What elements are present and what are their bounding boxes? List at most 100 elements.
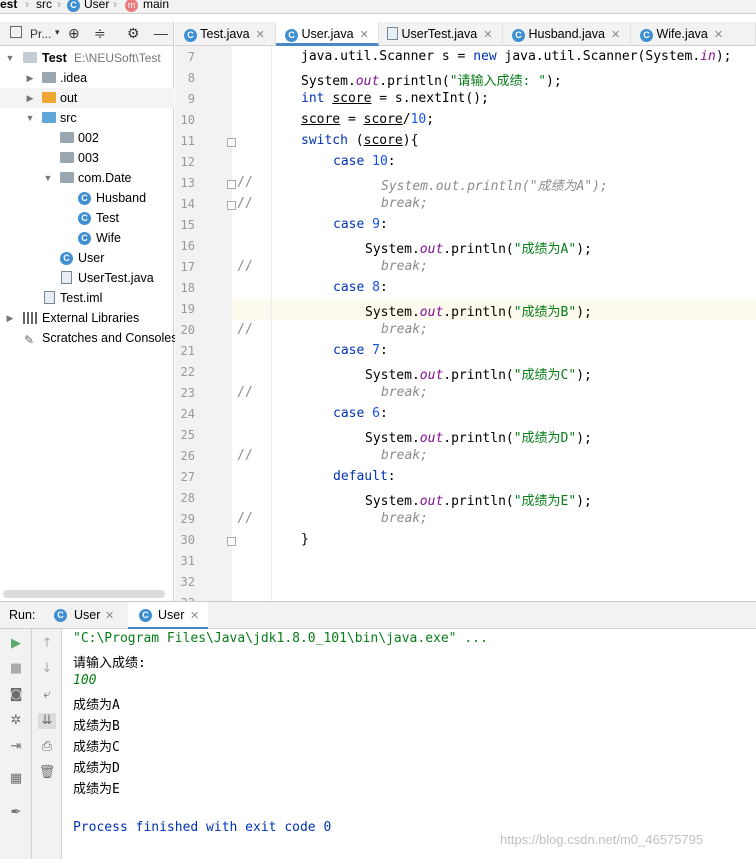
breadcrumb-src[interactable]: src <box>36 0 52 11</box>
chevron-right-icon: › <box>113 0 117 11</box>
tree-item-label: Husband <box>96 191 147 205</box>
tab-test-java[interactable]: C Test.java ✕ <box>175 22 276 46</box>
class-icon: C <box>78 232 91 245</box>
code-line-13: System.out.println("成绩为A"); <box>381 179 608 194</box>
tree-item-test-project[interactable]: ▼ Test E:\NEUSoft\Test <box>0 48 174 68</box>
close-icon[interactable]: ✕ <box>190 609 199 622</box>
tree-item-test-iml[interactable]: Test.iml <box>0 288 174 308</box>
close-icon[interactable]: ✕ <box>611 29 620 41</box>
line-number: 20 <box>180 323 195 337</box>
line-number: 11 <box>180 134 195 148</box>
run-tab-user-1[interactable]: User <box>74 608 100 622</box>
gear-icon[interactable]: ⚙ <box>127 25 140 42</box>
layout-icon[interactable]: ▦ <box>7 771 25 787</box>
tree-item-003[interactable]: 003 <box>0 148 174 168</box>
locate-icon[interactable]: ⊕ <box>68 25 80 42</box>
fold-marker-icon[interactable] <box>227 537 236 546</box>
soft-wrap-icon[interactable]: ⤶ <box>38 687 56 703</box>
close-icon[interactable]: ✕ <box>360 29 369 41</box>
line-number: 31 <box>180 554 195 568</box>
pin-icon[interactable]: ✒ <box>7 805 25 821</box>
run-tab-user-2[interactable]: User <box>158 608 184 622</box>
run-label: Run: <box>9 608 36 622</box>
tab-label: User.java <box>301 27 354 41</box>
line-number: 21 <box>180 344 195 358</box>
run-icon[interactable]: ▶ <box>7 636 25 652</box>
tree-item-com-date[interactable]: ▼ com.Date <box>0 168 174 188</box>
settings-icon[interactable]: ✲ <box>7 713 25 729</box>
code-editor[interactable] <box>232 46 756 601</box>
class-icon: C <box>184 29 197 42</box>
line-number: 15 <box>180 218 195 232</box>
code-line-17: break; <box>381 259 428 274</box>
run-toolbar-right: ↑ ↓ ⤶ ⇊ ⎙ 🗑 <box>32 629 62 859</box>
breadcrumb: est › src › C User › m main <box>0 0 756 14</box>
tree-item-label: src <box>60 111 77 125</box>
tree-item-scratches[interactable]: ✎ Scratches and Consoles <box>0 328 178 348</box>
chevron-right-icon[interactable]: ▶ <box>5 308 15 328</box>
tree-item-idea[interactable]: ▶ .idea <box>0 68 174 88</box>
stop-icon[interactable]: ■ <box>7 661 25 677</box>
tree-item-usertest[interactable]: UserTest.java <box>0 268 174 288</box>
trash-icon[interactable]: 🗑 <box>38 765 56 781</box>
tab-wife-java[interactable]: C Wife.java ✕ <box>631 22 756 46</box>
tab-user-java[interactable]: C User.java ✕ <box>276 22 379 46</box>
tree-item-wife[interactable]: C Wife <box>0 228 174 248</box>
folder-icon <box>42 92 56 103</box>
class-icon: C <box>60 252 73 265</box>
code-line-18: case 8: <box>333 280 388 295</box>
chevron-down-icon[interactable]: ▼ <box>5 48 15 68</box>
close-icon[interactable]: ✕ <box>256 29 265 41</box>
class-icon: C <box>54 607 67 622</box>
dropdown-icon[interactable]: ▾ <box>55 27 60 38</box>
tree-item-002[interactable]: 002 <box>0 128 174 148</box>
tree-item-label: 002 <box>78 131 99 145</box>
tree-horizontal-scrollbar[interactable] <box>3 590 165 598</box>
fold-marker-icon[interactable] <box>227 180 236 189</box>
chevron-down-icon[interactable]: ▼ <box>43 168 53 188</box>
tree-item-user[interactable]: C User <box>0 248 174 268</box>
class-icon: C <box>67 0 80 12</box>
breadcrumb-project[interactable]: est <box>0 0 17 11</box>
chevron-right-icon[interactable]: ▶ <box>25 68 35 88</box>
tree-item-test-class[interactable]: C Test <box>0 208 174 228</box>
line-number: 24 <box>180 407 195 421</box>
code-line-12: case 10: <box>333 154 396 169</box>
fold-marker-icon[interactable] <box>227 201 236 210</box>
minimize-icon[interactable]: — <box>154 25 168 41</box>
breadcrumb-class[interactable]: User <box>84 0 109 11</box>
project-panel-title[interactable]: Pr... <box>30 27 51 41</box>
line-number: 16 <box>180 239 195 253</box>
fold-marker-icon[interactable] <box>227 138 236 147</box>
console-line-command: "C:\Program Files\Java\jdk1.8.0_101\bin\… <box>73 631 488 646</box>
collapse-icon[interactable]: ≑ <box>94 25 106 42</box>
line-number: 7 <box>187 50 195 64</box>
arrow-up-icon[interactable]: ↑ <box>38 636 56 652</box>
line-number: 28 <box>180 491 195 505</box>
code-line-30: } <box>301 532 309 547</box>
close-icon[interactable]: ✕ <box>105 609 114 622</box>
tree-item-src[interactable]: ▼ src <box>0 108 174 128</box>
line-number: 17 <box>180 260 195 274</box>
console-line-output: 成绩为A <box>73 698 120 713</box>
arrow-down-icon[interactable]: ↓ <box>38 661 56 677</box>
print-icon[interactable]: ⎙ <box>38 739 56 755</box>
chevron-down-icon[interactable]: ▼ <box>25 108 35 128</box>
scratch-icon: ✎ <box>24 333 35 347</box>
camera-icon[interactable]: ◙ <box>7 687 25 703</box>
scroll-to-end-icon[interactable]: ⇊ <box>38 713 56 729</box>
chevron-right-icon[interactable]: ▶ <box>25 88 35 108</box>
project-view-icon[interactable] <box>10 26 22 38</box>
tree-item-out[interactable]: ▶ out <box>0 88 174 108</box>
console-line-output: 成绩为D <box>73 761 120 776</box>
tree-item-external-libraries[interactable]: ▶ External Libraries <box>0 308 174 328</box>
close-icon[interactable]: ✕ <box>483 29 492 41</box>
tab-husband-java[interactable]: C Husband.java ✕ <box>503 22 631 46</box>
breadcrumb-method[interactable]: main <box>143 0 169 11</box>
tab-usertest-java[interactable]: UserTest.java ✕ <box>379 22 503 46</box>
folder-icon <box>42 72 56 83</box>
tree-item-husband[interactable]: C Husband <box>0 188 174 208</box>
login-icon[interactable]: ⇥ <box>7 739 25 755</box>
code-line-15: case 9: <box>333 217 388 232</box>
close-icon[interactable]: ✕ <box>714 29 723 41</box>
